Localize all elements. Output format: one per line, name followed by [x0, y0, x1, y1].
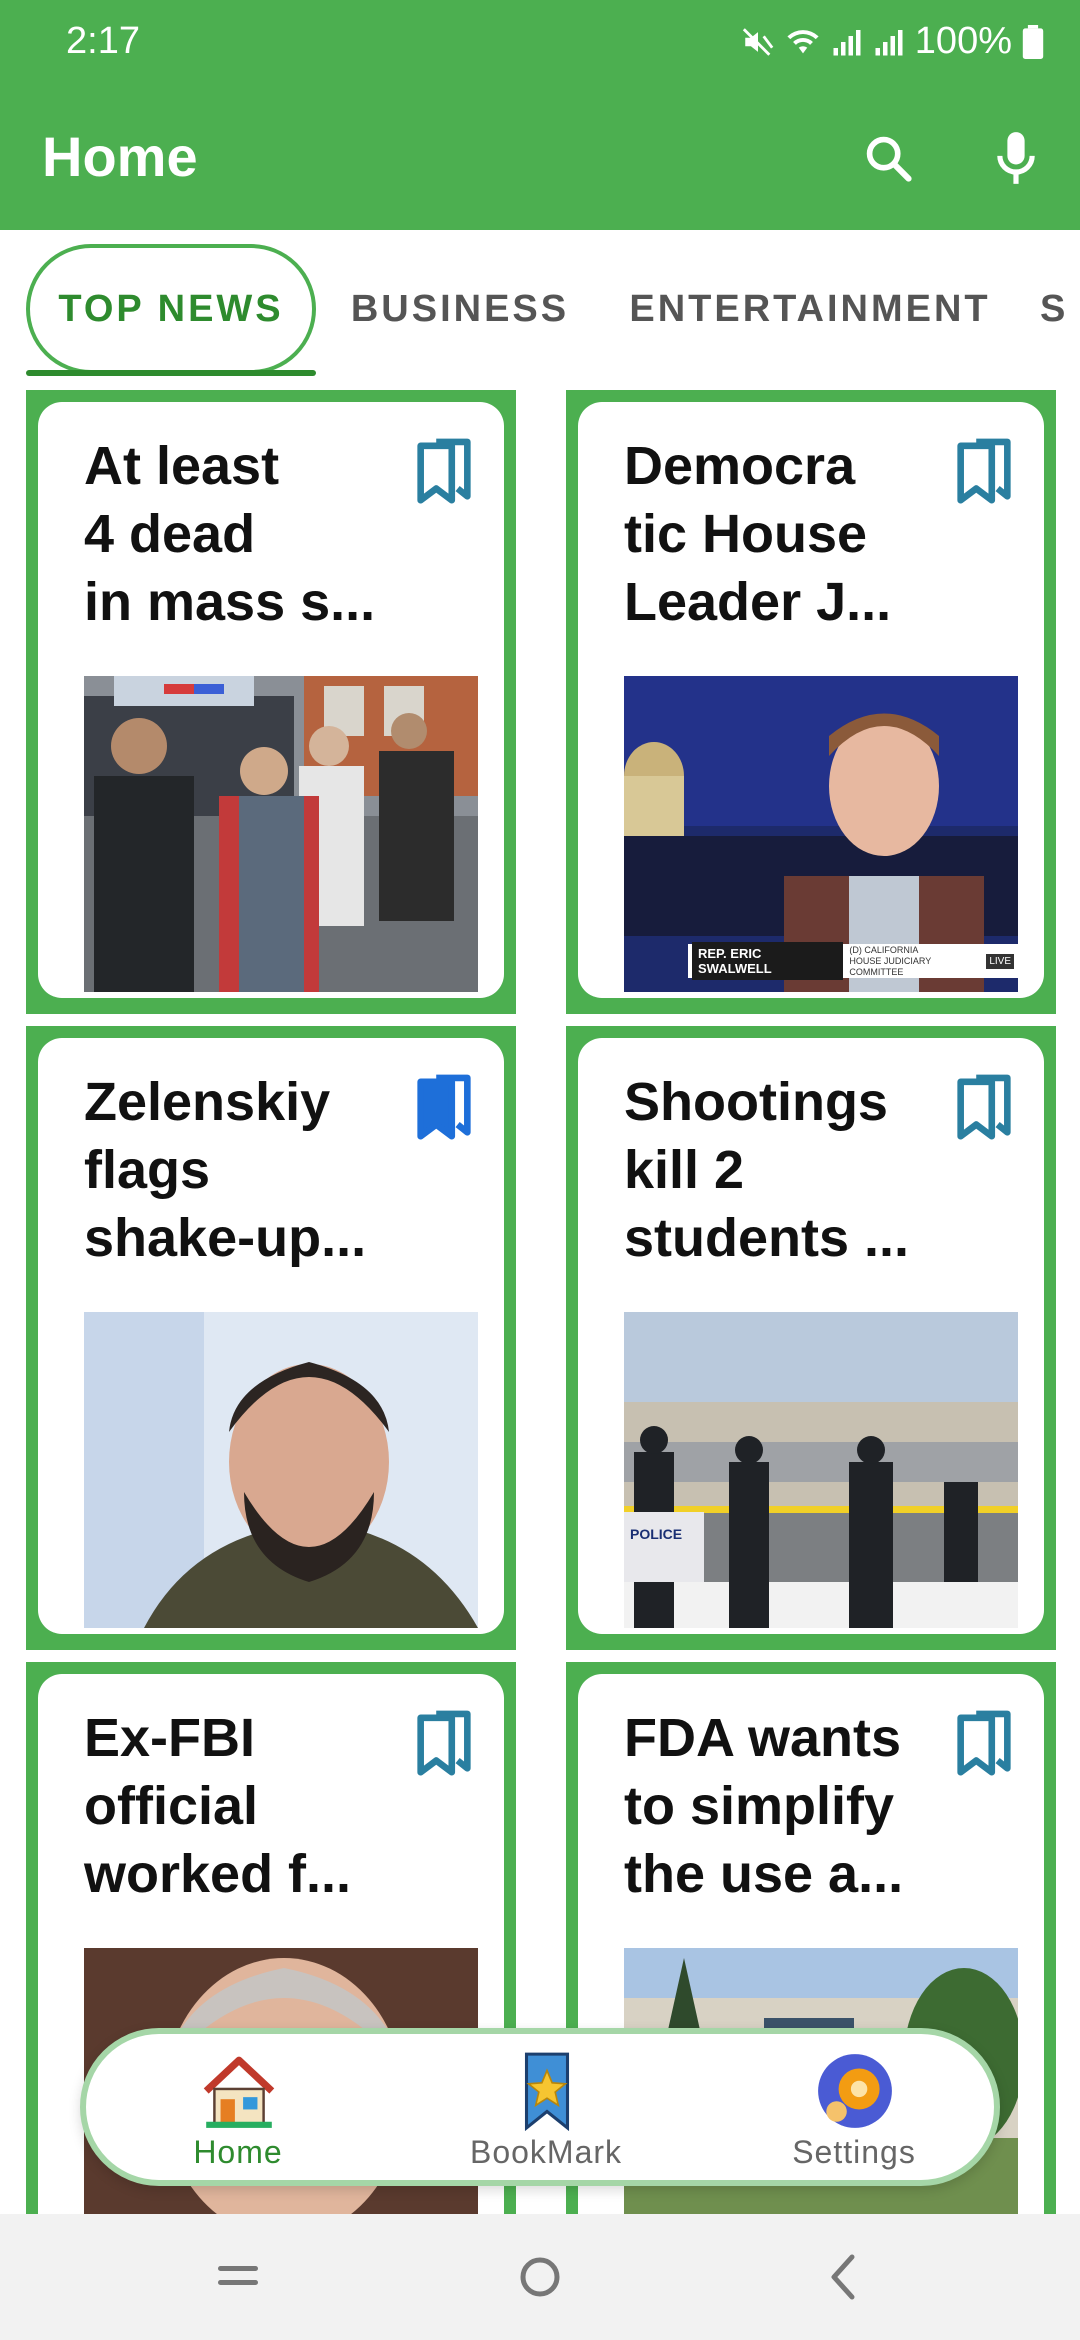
- signal-icon: [831, 27, 863, 57]
- tab-entertainment[interactable]: ENTERTAINMENT: [620, 244, 1000, 374]
- back-button[interactable]: [802, 2242, 882, 2312]
- bookmark-outline-icon[interactable]: [412, 438, 476, 508]
- status-bar: 2:17 100%: [0, 0, 1080, 84]
- news-card-body: Shootings kill 2 students ... POLICE: [578, 1038, 1044, 1634]
- live-badge: LIVE: [986, 953, 1014, 969]
- lower-third-detail: (D) CALIFORNIA HOUSE JUDICIARY COMMITTEE: [849, 945, 986, 978]
- tab-top-news[interactable]: TOP NEWS: [26, 244, 316, 374]
- recent-apps-button[interactable]: [198, 2242, 278, 2312]
- news-card-image: [84, 676, 478, 992]
- status-icons: 100%: [741, 20, 1044, 63]
- news-card-image: REP. ERIC SWALWELL (D) CALIFORNIA HOUSE …: [624, 676, 1018, 992]
- voice-search-button[interactable]: [976, 118, 1056, 198]
- news-card-title: FDA wants to simplify the use a...: [624, 1708, 904, 1904]
- news-card[interactable]: At least 4 dead in mass s...: [26, 390, 516, 1014]
- news-card-title: At least 4 dead in mass s...: [84, 436, 376, 632]
- nav-settings[interactable]: Settings: [734, 2050, 974, 2176]
- house-icon: [203, 2056, 275, 2128]
- bookmark-filled-icon[interactable]: [412, 1074, 476, 1144]
- nav-label: Settings: [792, 2134, 916, 2170]
- nav-label: BookMark: [469, 2134, 623, 2170]
- bookmark-outline-icon[interactable]: [952, 1074, 1016, 1144]
- news-card-body: Zelenskiy flags shake-up...: [38, 1038, 504, 1634]
- news-card-title: Shootings kill 2 students ...: [624, 1072, 910, 1268]
- police-car-text: POLICE: [630, 1526, 683, 1542]
- tab-label: TOP NEWS: [58, 287, 284, 330]
- tab-partial[interactable]: S: [1040, 244, 1080, 374]
- nav-bookmark[interactable]: BookMark: [426, 2050, 666, 2176]
- category-tabs: TOP NEWS BUSINESS ENTERTAINMENT S: [0, 230, 1080, 376]
- news-card[interactable]: Zelenskiy flags shake-up...: [26, 1026, 516, 1650]
- settings-gear-icon: [818, 2054, 892, 2128]
- tab-label: S: [1040, 287, 1069, 330]
- bookmark-outline-icon[interactable]: [952, 1710, 1016, 1780]
- tab-label: BUSINESS: [350, 287, 570, 330]
- bookmark-star-icon: [524, 2052, 570, 2132]
- search-button[interactable]: [848, 118, 928, 198]
- recent-apps-icon: [218, 2266, 258, 2285]
- lower-third-detail-2: HOUSE JUDICIARY COMMITTEE: [849, 955, 932, 977]
- home-circle-icon: [520, 2257, 560, 2297]
- news-card[interactable]: Democra tic House Leader J... REP. ERIC …: [566, 390, 1056, 1014]
- news-card-image: [84, 1312, 478, 1628]
- bookmark-outline-icon[interactable]: [412, 1710, 476, 1780]
- signal-icon-2: [873, 27, 905, 57]
- lower-third-detail-1: (D) CALIFORNIA: [849, 944, 919, 955]
- bottom-navigation: Home BookMark Settings: [80, 2028, 1000, 2186]
- news-grid: At least 4 dead in mass s... Democra tic…: [0, 386, 1080, 2216]
- battery-text: 100%: [914, 20, 1012, 62]
- bookmark-outline-icon[interactable]: [952, 438, 1016, 508]
- news-card-title: Democra tic House Leader J...: [624, 436, 892, 632]
- mute-icon: [741, 25, 775, 59]
- lower-third-name: REP. ERIC SWALWELL: [692, 942, 844, 980]
- back-chevron-icon: [831, 2254, 855, 2300]
- news-card-title: Ex-FBI official worked f...: [84, 1708, 352, 1904]
- news-card-body: At least 4 dead in mass s...: [38, 402, 504, 998]
- tab-label: ENTERTAINMENT: [629, 287, 991, 330]
- news-card-title: Zelenskiy flags shake-up...: [84, 1072, 367, 1268]
- page-title: Home: [42, 125, 198, 188]
- news-card-image: POLICE: [624, 1312, 1018, 1628]
- news-lower-third: REP. ERIC SWALWELL (D) CALIFORNIA HOUSE …: [688, 942, 1018, 980]
- mic-icon: [997, 132, 1035, 184]
- tab-business[interactable]: BUSINESS: [340, 244, 580, 374]
- app-bar: Home: [0, 84, 1080, 230]
- status-time: 2:17: [66, 20, 140, 62]
- tab-indicator: [26, 370, 316, 376]
- wifi-icon: [785, 25, 821, 59]
- home-system-button[interactable]: [500, 2242, 580, 2312]
- system-navigation-bar: [0, 2214, 1080, 2340]
- search-icon: [866, 136, 912, 182]
- news-card[interactable]: Shootings kill 2 students ... POLICE: [566, 1026, 1056, 1650]
- news-card-body: Democra tic House Leader J... REP. ERIC …: [578, 402, 1044, 998]
- battery-icon: [1022, 24, 1044, 59]
- nav-label: Home: [193, 2134, 283, 2170]
- nav-home[interactable]: Home: [118, 2050, 358, 2176]
